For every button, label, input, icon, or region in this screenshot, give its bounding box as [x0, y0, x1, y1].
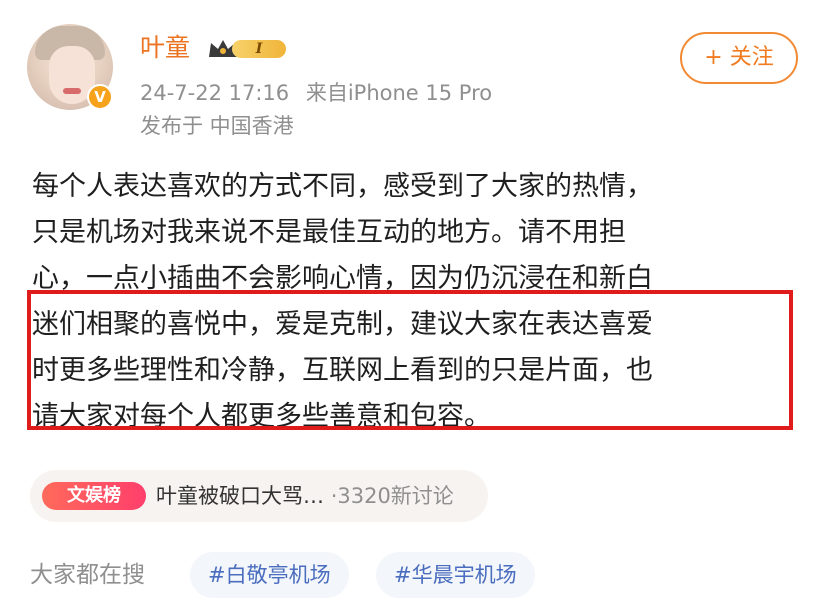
verified-badge-icon: V	[87, 84, 113, 110]
ranking-tag: 文娱榜	[42, 482, 146, 510]
search-section-label: 大家都在搜	[30, 562, 145, 588]
post-line: 每个人表达喜欢的方式不同，感受到了大家的热情，	[32, 171, 653, 202]
search-tag[interactable]: #白敬亭机场	[190, 552, 349, 598]
post-meta: 24-7-22 17:16 来自iPhone 15 Pro	[140, 78, 492, 108]
highlight-annotation-box	[27, 290, 793, 430]
post-location: 发布于 中国香港	[140, 114, 294, 138]
post-timestamp: 24-7-22 17:16	[140, 81, 290, 105]
username[interactable]: 叶童	[140, 31, 190, 65]
search-tag[interactable]: #华晨宇机场	[376, 552, 535, 598]
follow-button[interactable]: + 关注	[680, 32, 798, 84]
post-line: 只是机场对我来说不是最佳互动的地方。请不用担	[32, 217, 626, 248]
level-text: I	[232, 40, 286, 58]
topic-count: ·3320新讨论	[330, 484, 454, 508]
topic-title: 叶童被破口大骂…	[156, 484, 324, 508]
trending-topic-chip[interactable]: 文娱榜 叶童被破口大骂… ·3320新讨论	[30, 470, 488, 522]
member-level-badge[interactable]: I	[206, 37, 286, 61]
post-source: 来自iPhone 15 Pro	[305, 81, 493, 105]
topic-text: 叶童被破口大骂… ·3320新讨论	[156, 480, 454, 512]
